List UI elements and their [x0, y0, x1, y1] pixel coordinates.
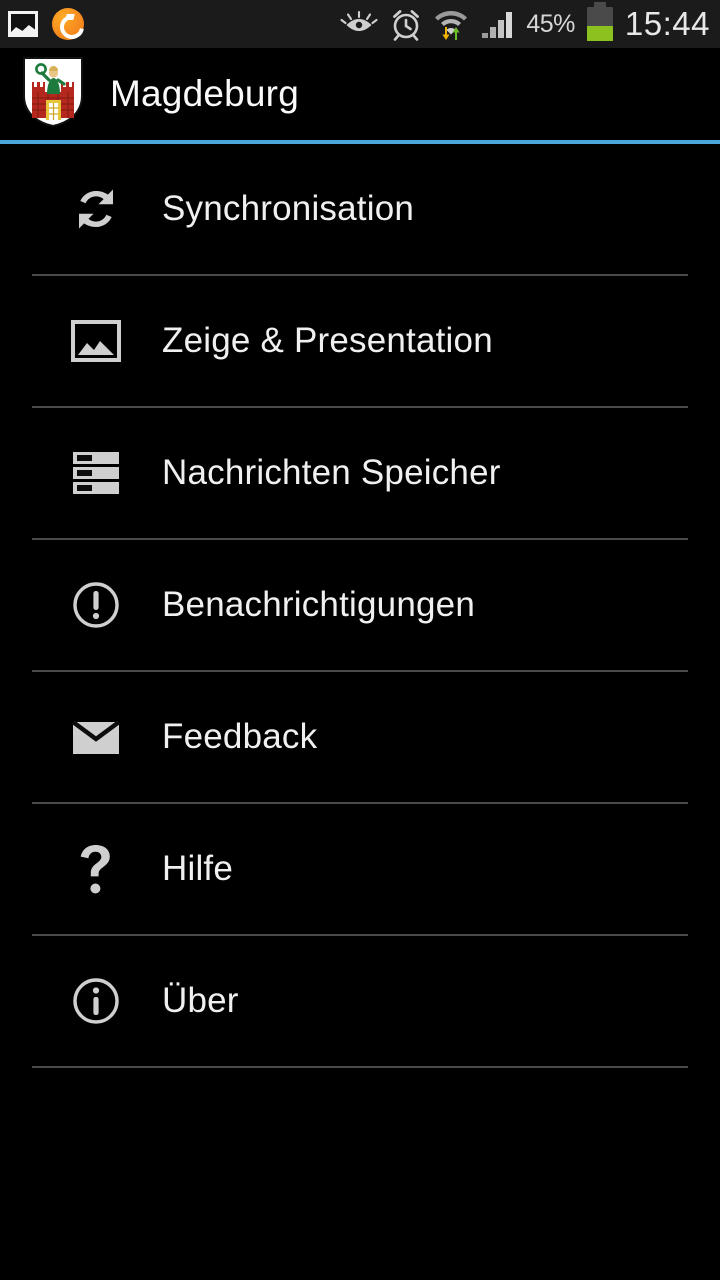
envelope-icon — [48, 714, 144, 760]
list-divider — [32, 1066, 688, 1068]
app-sync-notification-icon — [52, 8, 84, 40]
action-bar[interactable]: Magdeburg — [0, 48, 720, 140]
gallery-notification-icon — [8, 11, 38, 37]
menu-item-label: Zeige & Presentation — [162, 321, 493, 360]
app-title: Magdeburg — [110, 73, 299, 114]
sync-icon — [48, 181, 144, 237]
menu-item-label: Hilfe — [162, 849, 234, 888]
exclamation-circle-icon — [48, 578, 144, 632]
message-storage-list-icon — [48, 448, 144, 498]
menu-item-label: Synchronisation — [162, 189, 415, 228]
menu-item-synchronisation[interactable]: Synchronisation — [0, 144, 720, 274]
status-bar-notification-icons — [8, 8, 84, 40]
info-circle-icon — [48, 974, 144, 1028]
wifi-data-transfer-icon — [434, 7, 468, 41]
menu-item-hilfe[interactable]: Hilfe — [0, 804, 720, 934]
menu-item-label: Nachrichten Speicher — [162, 453, 501, 492]
menu-item-nachrichten-speicher[interactable]: Nachrichten Speicher — [0, 408, 720, 538]
battery-percent-label: 45% — [526, 9, 575, 38]
menu-item-label: Benachrichtigungen — [162, 585, 475, 624]
magdeburg-coat-of-arms-icon[interactable] — [22, 56, 84, 133]
status-bar-clock: 15:44 — [624, 5, 710, 42]
question-mark-icon — [48, 841, 144, 897]
image-icon — [48, 314, 144, 368]
menu-item-label: Über — [162, 981, 239, 1020]
alarm-clock-icon — [390, 7, 422, 41]
menu-item-zeige-presentation[interactable]: Zeige & Presentation — [0, 276, 720, 406]
status-bar-system-icons: 45% 15:44 — [340, 2, 710, 43]
menu-item-label: Feedback — [162, 717, 318, 756]
battery-icon — [586, 2, 613, 41]
settings-menu-list: Synchronisation Zeige & Presentation Nac… — [0, 144, 720, 1068]
cellular-signal-icon — [480, 8, 514, 40]
menu-item-ueber[interactable]: Über — [0, 936, 720, 1066]
menu-item-feedback[interactable]: Feedback — [0, 672, 720, 802]
menu-item-benachrichtigungen[interactable]: Benachrichtigungen — [0, 540, 720, 670]
smart-stay-eye-icon — [340, 10, 378, 38]
status-bar[interactable]: 45% 15:44 — [0, 0, 720, 48]
